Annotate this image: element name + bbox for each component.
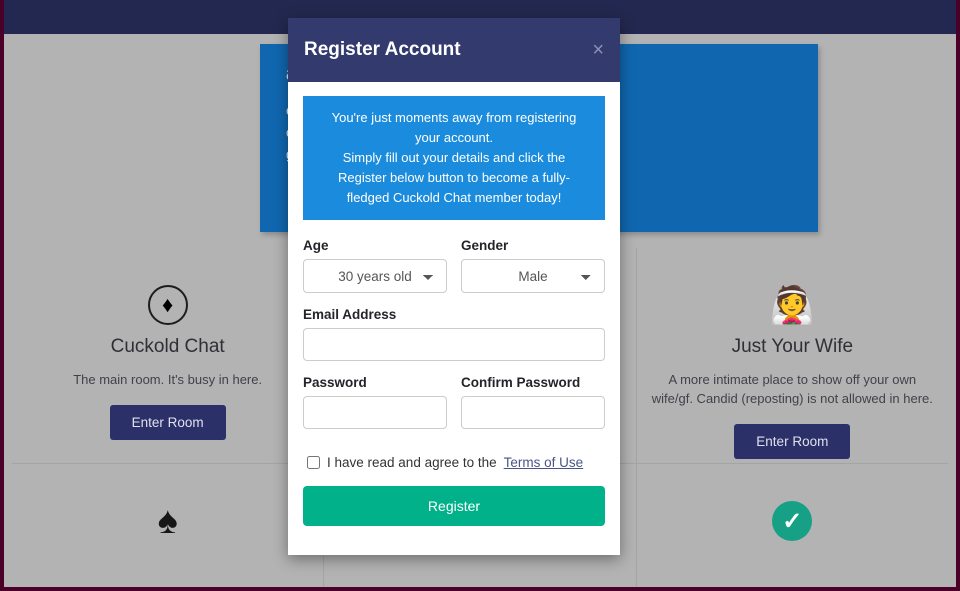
- room-card-cuckold-chat[interactable]: ♦ Cuckold Chat The main room. It's busy …: [12, 248, 325, 463]
- gender-select[interactable]: Male: [461, 259, 605, 293]
- register-submit-button[interactable]: Register: [303, 486, 605, 526]
- confirm-password-label: Confirm Password: [461, 375, 581, 390]
- register-account-modal: Register Account × You're just moments a…: [288, 18, 620, 555]
- close-icon[interactable]: ×: [592, 40, 604, 60]
- room-card-spade[interactable]: ♠: [12, 464, 325, 587]
- email-field-group: Email Address: [303, 307, 605, 361]
- confirm-password-input[interactable]: [461, 396, 605, 429]
- room-description: A more intimate place to show off your o…: [651, 372, 933, 406]
- room-card-verified[interactable]: ✓: [637, 464, 948, 587]
- bride-icon: 👰: [769, 284, 815, 325]
- room-card-just-your-wife[interactable]: 👰 Just Your Wife A more intimate place t…: [637, 248, 948, 463]
- alert-line-3: Simply fill out your details and click t…: [342, 150, 566, 165]
- alert-line-2: your account.: [414, 130, 494, 145]
- terms-of-use-link[interactable]: Terms of Use: [504, 455, 584, 470]
- alert-line-1: You're just moments away from registerin…: [331, 110, 577, 125]
- room-name: Cuckold Chat: [110, 336, 225, 357]
- enter-room-button[interactable]: Enter Room: [109, 405, 226, 440]
- room-name: Just Your Wife: [731, 336, 854, 357]
- age-gender-row: Age 30 years old Gender Male: [303, 238, 605, 307]
- cuckold-chat-logo-icon: ♦: [12, 282, 323, 328]
- confirm-password-field-group: Confirm Password: [461, 375, 605, 429]
- password-row: Password Confirm Password: [303, 375, 605, 443]
- email-input[interactable]: [303, 328, 605, 361]
- modal-body: You're just moments away from registerin…: [288, 82, 620, 542]
- password-input[interactable]: [303, 396, 447, 429]
- email-label: Email Address: [303, 307, 397, 322]
- terms-text: I have read and agree to the: [327, 455, 497, 470]
- password-label: Password: [303, 375, 367, 390]
- verified-check-icon: ✓: [637, 498, 948, 544]
- modal-header: Register Account ×: [288, 18, 620, 82]
- enter-room-button[interactable]: Enter Room: [734, 424, 851, 459]
- age-label: Age: [303, 238, 329, 253]
- room-description: The main room. It's busy in here.: [73, 372, 263, 387]
- alert-line-4: Register below button to become a fully-: [338, 170, 570, 185]
- gender-field-group: Gender Male: [461, 238, 605, 293]
- registration-info-alert: You're just moments away from registerin…: [303, 96, 605, 220]
- password-field-group: Password: [303, 375, 447, 429]
- age-field-group: Age 30 years old: [303, 238, 447, 293]
- modal-title: Register Account: [304, 39, 461, 60]
- alert-line-5: fledged Cuckold Chat member today!: [346, 190, 562, 205]
- age-select[interactable]: 30 years old: [303, 259, 447, 293]
- terms-checkbox[interactable]: [307, 456, 320, 469]
- terms-agreement-row: I have read and agree to the Terms of Us…: [307, 455, 605, 470]
- spade-icon: ♠: [157, 500, 178, 542]
- gender-label: Gender: [461, 238, 509, 253]
